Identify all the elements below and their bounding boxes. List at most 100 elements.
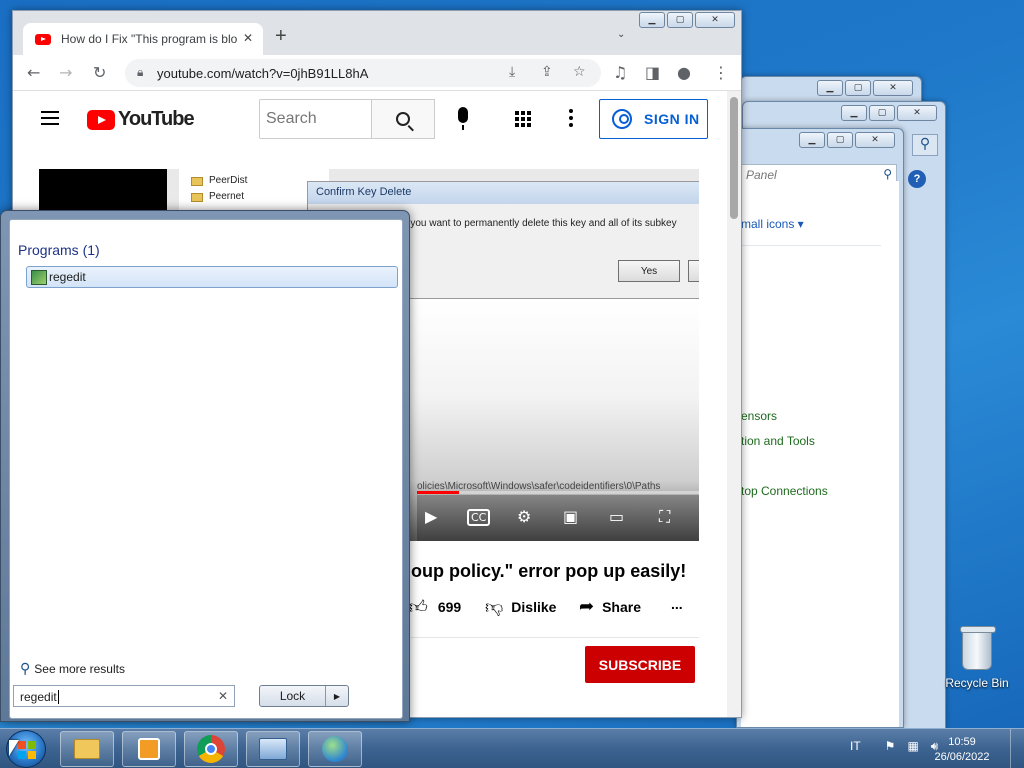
hamburger-menu-icon[interactable] [41, 111, 59, 125]
minimize-button[interactable]: ▁ [841, 105, 867, 121]
close-button[interactable]: ✕ [695, 12, 735, 28]
recycle-bin-desktop-icon[interactable]: Recycle Bin [944, 626, 1010, 690]
youtube-search-button[interactable] [371, 99, 435, 139]
control-panel-link-tools[interactable]: tion and Tools [741, 434, 815, 448]
taskbar-network-button[interactable] [308, 731, 362, 767]
control-panel-window[interactable]: ▁ ▢ ✕ Panel ⚲ mall icons ▾ ensors tion a… [736, 128, 904, 728]
taskbar-chrome-button[interactable] [184, 731, 238, 767]
window-controls: ▁ ▢ ✕ [799, 132, 895, 148]
show-desktop-button[interactable] [1010, 729, 1024, 768]
dislike-button[interactable]: 👎︎ Dislike [485, 596, 556, 618]
window-controls: ▁ ▢ ✕ [817, 80, 913, 96]
power-options-arrow-icon[interactable]: ▶ [326, 686, 348, 706]
forward-arrow-icon[interactable]: → [59, 63, 72, 82]
flag-icon[interactable]: ⚑ [885, 739, 896, 754]
settings-more-icon[interactable] [569, 109, 573, 127]
close-button[interactable]: ✕ [855, 132, 895, 148]
chrome-menu-icon[interactable]: ⋮ [713, 63, 729, 82]
maximize-button[interactable]: ▢ [845, 80, 871, 96]
share-arrow-icon: ➦ [579, 596, 595, 616]
video-controls: ▶ CC ⚙ ▣ ▭ ⛶ [417, 495, 699, 541]
tab-title: How do I Fix "This program is blo [61, 32, 237, 46]
maximize-button[interactable]: ▢ [869, 105, 895, 121]
folder-icon [191, 193, 203, 202]
start-menu-results-pane: Programs (1) regedit ⚲ See more results [9, 219, 403, 719]
address-bar[interactable]: 🔒︎ youtube.com/watch?v=0jhB91LL8hA ⤓ ⇪ ☆ [125, 59, 601, 87]
see-more-results-link[interactable]: ⚲ See more results [20, 660, 125, 677]
youtube-logo[interactable]: YouTube [87, 108, 195, 131]
mouse-cursor-icon [9, 740, 19, 756]
youtube-favicon-icon [35, 33, 51, 45]
help-icon[interactable]: ? [908, 170, 926, 188]
globe-icon [322, 736, 348, 762]
subscribe-button[interactable]: SUBSCRIBE [585, 646, 695, 683]
maximize-button[interactable]: ▢ [667, 12, 693, 28]
settings-gear-icon[interactable]: ⚙ [517, 507, 531, 526]
media-control-icon[interactable]: ♫ [613, 63, 627, 82]
miniplayer-icon[interactable]: ▣ [563, 507, 578, 526]
system-tray: IT ⚑ ▦ 🔊︎ [850, 739, 938, 754]
scrollbar-thumb[interactable] [730, 97, 738, 219]
dialog-message: e you want to permanently delete this ke… [402, 218, 677, 229]
see-more-label: See more results [34, 661, 125, 676]
start-search-input[interactable]: regedit ✕ [13, 685, 235, 707]
tab-youtube[interactable]: How do I Fix "This program is blo ✕ [23, 23, 263, 55]
captions-icon[interactable]: CC [467, 509, 491, 526]
window-controls: ▁ ▢ ✕ [841, 105, 937, 121]
control-panel-link-sensors[interactable]: ensors [741, 409, 777, 423]
share-label: Share [602, 598, 642, 615]
folder-icon [74, 739, 100, 759]
sign-in-button[interactable]: SIGN IN [599, 99, 708, 139]
tab-search-chevron-icon[interactable]: ⌄ [617, 29, 625, 40]
play-icon[interactable]: ▶ [425, 507, 437, 526]
tab-close-icon[interactable]: ✕ [243, 31, 253, 45]
youtube-logo-text: YouTube [118, 108, 195, 130]
theater-mode-icon[interactable]: ▭ [609, 507, 624, 526]
more-actions-button[interactable]: ... [671, 596, 683, 612]
bookmark-star-icon[interactable]: ☆ [573, 64, 586, 80]
channel-divider [411, 637, 699, 638]
video-progress-bar[interactable] [417, 491, 699, 494]
maximize-button[interactable]: ▢ [827, 132, 853, 148]
microphone-icon[interactable] [458, 107, 468, 130]
minimize-button[interactable]: ▁ [817, 80, 843, 96]
minimize-button[interactable]: ▁ [639, 12, 665, 28]
programs-heading[interactable]: Programs (1) [18, 242, 100, 258]
back-arrow-icon[interactable]: ← [27, 63, 40, 82]
like-button[interactable]: 👍︎ 699 [409, 596, 461, 618]
control-panel-content: mall icons ▾ ensors tion and Tools top C… [741, 181, 899, 727]
control-panel-link-connections[interactable]: top Connections [741, 484, 828, 498]
page-scrollbar[interactable] [727, 91, 741, 717]
lock-button[interactable]: Lock ▶ [259, 685, 349, 707]
close-button[interactable]: ✕ [873, 80, 913, 96]
lock-button-label[interactable]: Lock [260, 686, 326, 706]
taskbar-clock[interactable]: 10:59 26/06/2022 [930, 735, 994, 765]
network-icon[interactable]: ▦ [907, 739, 918, 754]
taskbar-explorer-button[interactable] [60, 731, 114, 767]
clear-search-icon[interactable]: ✕ [218, 689, 228, 703]
search-icon[interactable]: ⚲ [912, 134, 938, 156]
new-tab-button[interactable]: + [275, 25, 287, 48]
share-button[interactable]: ➦ Share [579, 596, 641, 617]
side-panel-icon[interactable]: ◨ [645, 63, 660, 82]
close-button[interactable]: ✕ [897, 105, 937, 121]
user-account-icon [612, 109, 632, 129]
program-result-regedit[interactable]: regedit [26, 266, 398, 288]
recycle-bin-label: Recycle Bin [945, 676, 1009, 690]
apps-grid-icon[interactable] [515, 111, 531, 127]
view-by-dropdown[interactable]: mall icons ▾ [741, 217, 804, 231]
minimize-button[interactable]: ▁ [799, 132, 825, 148]
start-search-value: regedit [20, 690, 57, 704]
profile-avatar-icon[interactable]: ● [677, 63, 691, 82]
share-icon[interactable]: ⇪ [541, 64, 553, 80]
fullscreen-icon[interactable]: ⛶ [659, 507, 670, 527]
install-app-icon[interactable]: ⤓ [509, 64, 515, 80]
language-indicator[interactable]: IT [850, 739, 861, 754]
reload-icon[interactable]: ↻ [93, 63, 106, 82]
taskbar-control-panel-button[interactable] [246, 731, 300, 767]
taskbar-media-player-button[interactable] [122, 731, 176, 767]
youtube-search-input[interactable]: Search [259, 99, 372, 139]
url-text: youtube.com/watch?v=0jhB91LL8hA [157, 66, 369, 81]
folder-icon [191, 177, 203, 186]
chrome-window-controls: ▁ ▢ ✕ [639, 12, 735, 28]
